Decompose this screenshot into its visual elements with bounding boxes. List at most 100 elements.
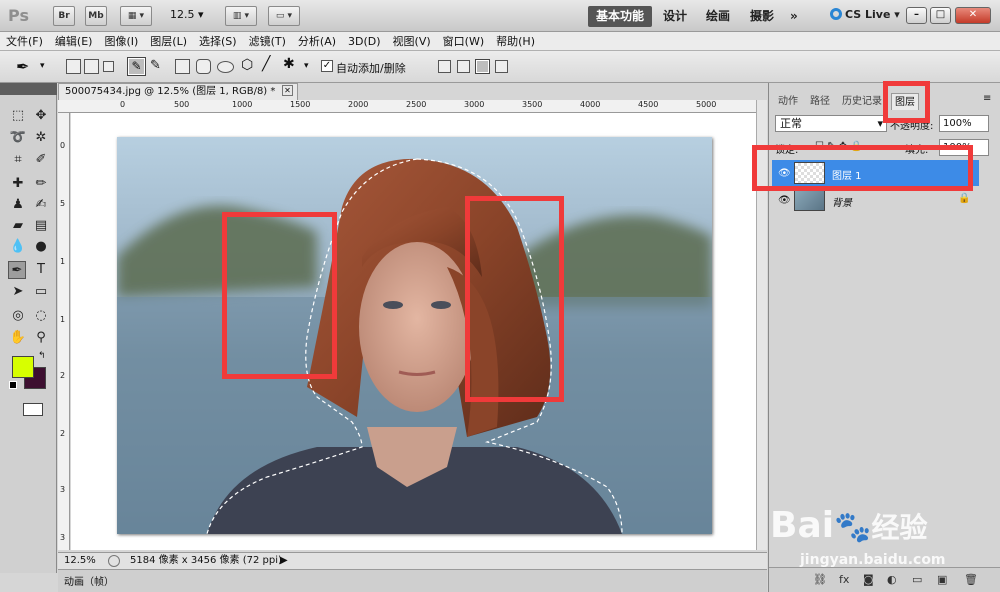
bridge-button[interactable]: Br [53, 6, 75, 26]
zoom-tool-icon[interactable]: ⚲ [32, 329, 50, 347]
quick-mask-button[interactable] [23, 403, 43, 416]
animation-frames-tab[interactable]: 动画（帧） [64, 573, 114, 588]
clone-stamp-tool-icon[interactable]: ♟ [9, 196, 27, 214]
minimize-button[interactable]: – [906, 7, 927, 24]
add-mask-icon[interactable]: ◙ [863, 573, 874, 586]
marquee-tool-icon[interactable]: ⬚ [9, 107, 27, 125]
photo-layer[interactable] [117, 137, 712, 534]
type-tool-icon[interactable]: T [32, 261, 50, 279]
more-workspaces-button[interactable]: » [782, 6, 806, 27]
document-tab[interactable]: 500075434.jpg @ 12.5% (图层 1, RGB/8) * ✕ [58, 83, 298, 100]
preset-dropdown-arrow[interactable]: ▾ [40, 61, 45, 71]
eraser-tool-icon[interactable]: ▰ [9, 217, 27, 235]
status-zoom[interactable]: 12.5% [64, 553, 96, 569]
status-info-icon[interactable] [108, 555, 120, 567]
workspace-painting[interactable]: 绘画 [698, 6, 738, 27]
menu-layer[interactable]: 图层(L) [144, 32, 193, 51]
pen-tool-button[interactable]: ✎ [127, 57, 146, 76]
polygon-shape-button[interactable]: ⬡ [241, 57, 253, 73]
menu-3d[interactable]: 3D(D) [342, 32, 387, 51]
layer-style-icon[interactable]: fx [839, 573, 849, 586]
3d-rotate-tool-icon[interactable]: ◎ [9, 307, 27, 325]
geometry-options-arrow[interactable]: ▾ [304, 61, 309, 71]
menu-select[interactable]: 选择(S) [193, 32, 243, 51]
ruler-tick-label: 3000 [464, 100, 485, 109]
default-colors-icon[interactable] [9, 381, 17, 389]
foreground-color-swatch[interactable] [12, 356, 34, 378]
dodge-tool-icon[interactable]: ● [32, 238, 50, 256]
ruler-tick-label: 1 [60, 315, 66, 324]
arrange-documents-button[interactable]: ▥ ▾ [225, 6, 257, 26]
blend-mode-select[interactable]: 正常 ▾ [775, 115, 887, 132]
ruler-tick-label: 2 [60, 371, 66, 380]
new-group-icon[interactable]: ▭ [912, 573, 922, 586]
ruler-tick-label: 2000 [348, 100, 369, 109]
history-brush-tool-icon[interactable]: ✍ [32, 196, 50, 214]
view-extras-button[interactable]: ▦ ▾ [120, 6, 152, 26]
panel-menu-icon[interactable]: ≡ [983, 93, 991, 104]
auto-add-delete-checkbox[interactable]: ✓ [321, 60, 333, 72]
rectangle-shape-button[interactable] [175, 59, 190, 74]
visibility-eye-icon[interactable]: 👁 [778, 195, 791, 206]
close-document-icon[interactable]: ✕ [282, 85, 293, 96]
path-selection-tool-icon[interactable]: ➤ [9, 283, 27, 301]
pen-tool-icon[interactable]: ✒ [8, 261, 26, 279]
mini-bridge-button[interactable]: Mb [85, 6, 107, 26]
new-layer-icon[interactable]: ▣ [937, 573, 947, 586]
path-exclude-button[interactable] [495, 60, 508, 73]
paths-button[interactable] [84, 59, 99, 74]
healing-brush-tool-icon[interactable]: ✚ [9, 175, 27, 193]
shape-layers-button[interactable] [66, 59, 81, 74]
crop-tool-icon[interactable]: ⌗ [9, 151, 27, 169]
menu-edit[interactable]: 编辑(E) [49, 32, 99, 51]
menu-view[interactable]: 视图(V) [387, 32, 437, 51]
ellipse-shape-button[interactable] [217, 61, 234, 73]
workspace-photography[interactable]: 摄影 [742, 6, 782, 27]
shape-tool-icon[interactable]: ▭ [32, 283, 50, 301]
workspace-essentials[interactable]: 基本功能 [588, 6, 653, 27]
lasso-tool-icon[interactable]: ➰ [9, 129, 27, 147]
workspace-design[interactable]: 设计 [655, 6, 695, 27]
brush-tool-icon[interactable]: ✏ [32, 175, 50, 193]
cs-live-button[interactable]: CS Live ▾ [830, 8, 900, 21]
menu-file[interactable]: 文件(F) [0, 32, 49, 51]
menu-window[interactable]: 窗口(W) [437, 32, 490, 51]
adjustment-layer-icon[interactable]: ◐ [887, 573, 897, 586]
status-menu-arrow[interactable]: ▶ [280, 553, 288, 569]
screen-mode-button[interactable]: ▭ ▾ [268, 6, 300, 26]
close-button[interactable]: ✕ [955, 7, 991, 24]
path-subtract-button[interactable] [457, 60, 470, 73]
line-shape-button[interactable]: ╱ [262, 56, 270, 72]
freeform-pen-button[interactable]: ✎ [150, 58, 161, 73]
path-intersect-button[interactable] [475, 59, 490, 74]
zoom-level-select[interactable]: 12.5 ▾ [170, 8, 204, 21]
maximize-button[interactable]: □ [930, 7, 951, 24]
menu-analysis[interactable]: 分析(A) [292, 32, 342, 51]
path-add-button[interactable] [438, 60, 451, 73]
tab-history[interactable]: 历史记录 [839, 93, 885, 110]
eyedropper-tool-icon[interactable]: ✐ [32, 151, 50, 169]
blur-tool-icon[interactable]: 💧 [9, 238, 27, 256]
gradient-tool-icon[interactable]: ▤ [32, 217, 50, 235]
tools-panel-header[interactable] [0, 83, 57, 95]
rounded-rectangle-button[interactable] [196, 59, 211, 74]
opacity-input[interactable]: 100% [939, 115, 989, 132]
custom-shape-button[interactable]: ✱ [283, 56, 295, 72]
tab-actions[interactable]: 动作 [775, 93, 801, 110]
ruler-tick-label: 3 [60, 533, 66, 542]
menu-help[interactable]: 帮助(H) [490, 32, 541, 51]
link-layers-icon[interactable]: ⛓ [813, 573, 827, 586]
move-tool-icon[interactable]: ✥ [32, 107, 50, 125]
swap-colors-icon[interactable]: ↰ [38, 351, 46, 361]
cs-live-icon [830, 8, 842, 20]
tab-paths[interactable]: 路径 [807, 93, 833, 110]
magic-wand-tool-icon[interactable]: ✲ [32, 129, 50, 147]
fill-pixels-button[interactable] [103, 61, 114, 72]
3d-orbit-tool-icon[interactable]: ◌ [32, 307, 50, 325]
application-bar: Ps Br Mb ▦ ▾ 12.5 ▾ ▥ ▾ ▭ ▾ 基本功能 设计 绘画 摄… [0, 0, 1000, 32]
menu-image[interactable]: 图像(I) [98, 32, 144, 51]
menu-filter[interactable]: 滤镜(T) [243, 32, 292, 51]
trash-icon[interactable]: 🗑 [964, 573, 978, 586]
pen-tool-preset-icon[interactable]: ✒ [16, 57, 29, 76]
hand-tool-icon[interactable]: ✋ [9, 329, 27, 347]
